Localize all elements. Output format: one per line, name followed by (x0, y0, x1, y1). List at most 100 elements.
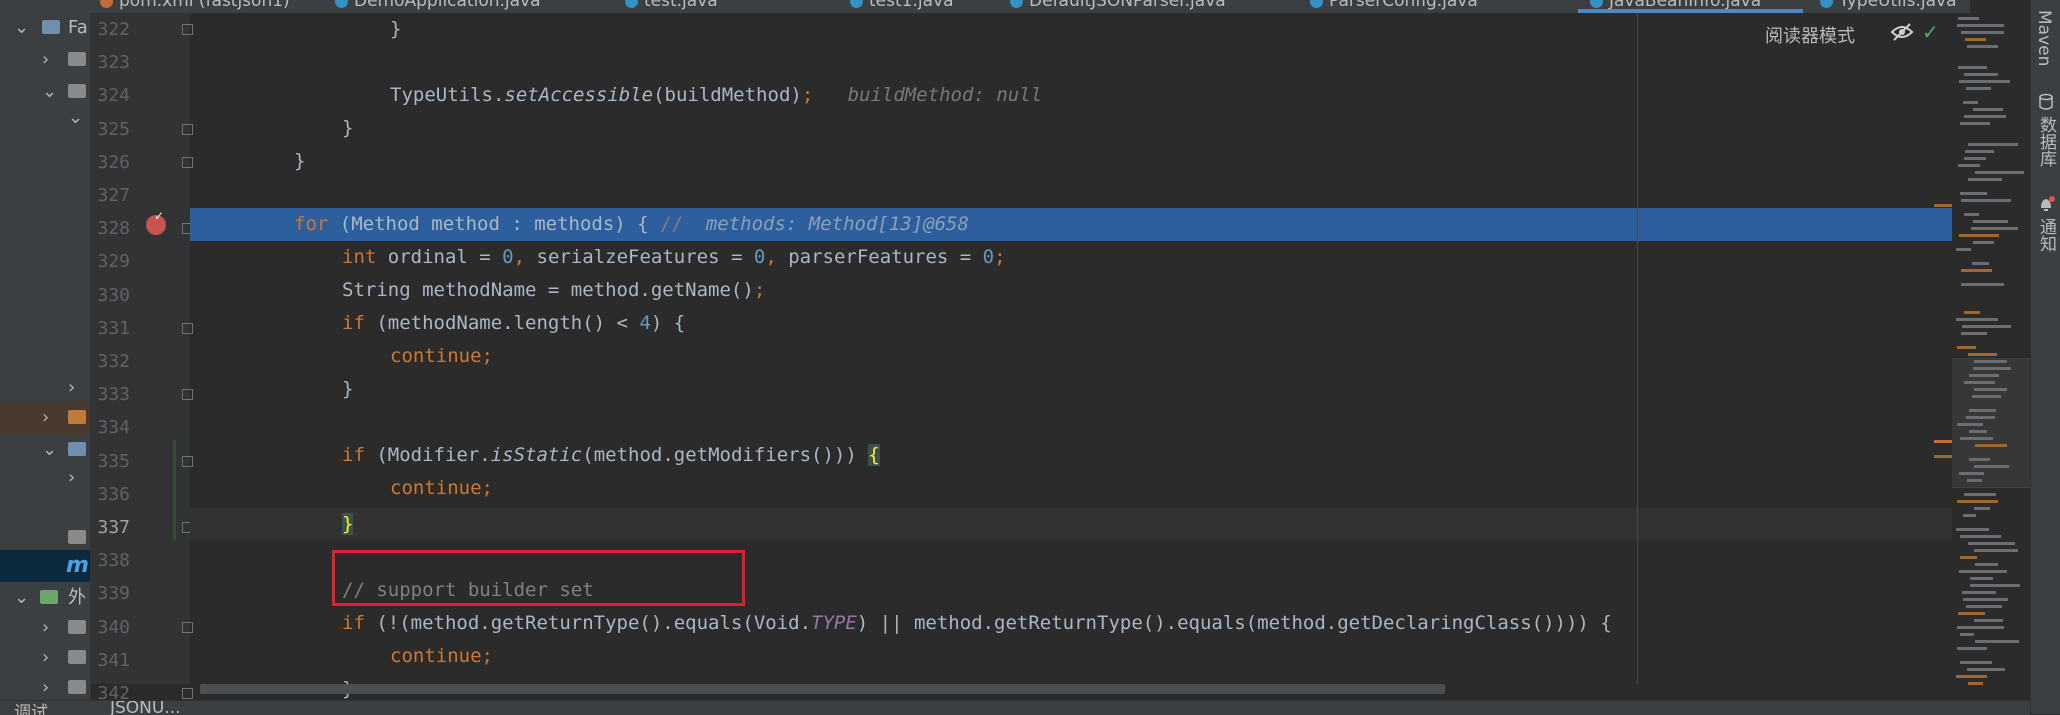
editor-tab-bar: pom.xml (fastjson1) DemoApplication.java… (90, 0, 1970, 13)
project-tree-item[interactable]: › (0, 612, 90, 644)
minimap-line (1964, 115, 2006, 118)
tab-type-utils[interactable]: TypeUtils.java (1820, 0, 1956, 13)
bottom-tool-bar: 调试 JSONU... (0, 700, 2030, 715)
database-tool-button[interactable]: 数据库 (2034, 116, 2059, 167)
line-number[interactable]: 329 (96, 245, 130, 278)
fold-marker-icon[interactable] (182, 688, 193, 699)
minimap-line (1958, 66, 1987, 69)
project-tree-item[interactable]: › (0, 44, 90, 76)
minimap-line (1961, 332, 1987, 335)
java-class-icon (625, 0, 638, 8)
tree-chevron-icon[interactable]: › (68, 462, 75, 494)
minimap-line (1972, 262, 1989, 265)
error-stripe[interactable] (1934, 200, 1952, 500)
minimap-line (1963, 514, 1976, 517)
tree-chevron-icon[interactable]: › (42, 612, 49, 644)
project-tree-item[interactable]: ⌄ (0, 102, 90, 134)
line-number[interactable]: 330 (96, 279, 130, 312)
minimap-line (1975, 563, 1998, 566)
minimap-line (1974, 619, 2003, 622)
minimap-line (1959, 80, 2010, 83)
java-class-icon (1010, 0, 1023, 8)
code-line-324: TypeUtils.setAccessible(buildMethod); bu… (390, 84, 1043, 106)
maven-tool-button[interactable]: Maven (2034, 10, 2054, 66)
inspection-ok-icon[interactable]: ✓ (1922, 20, 1939, 44)
minimap-line (1965, 150, 1994, 153)
minimap-line (1960, 437, 1993, 440)
project-tree-item[interactable]: › (0, 372, 90, 404)
line-number[interactable]: 328 (96, 212, 130, 245)
line-number[interactable]: 337 (96, 511, 130, 544)
project-tree-item[interactable]: m (0, 550, 90, 582)
project-tree-item[interactable]: › (0, 402, 90, 434)
minimap-line (1960, 633, 1974, 636)
line-number[interactable]: 326 (96, 146, 130, 179)
tab-parser-config[interactable]: ParserConfig.java (1310, 0, 1478, 13)
notification-badge (2049, 196, 2055, 202)
line-number[interactable]: 327 (96, 179, 130, 212)
minimap-line (1967, 668, 2005, 671)
minimap-line (1960, 661, 1992, 664)
minimap-line (1964, 493, 1996, 496)
minimap-line (1958, 17, 1979, 20)
tab-pom-xml[interactable]: pom.xml (fastjson1) (100, 0, 290, 13)
line-number[interactable]: 340 (96, 611, 130, 644)
minimap-line (1962, 325, 2011, 328)
minimap-line (1972, 395, 2001, 398)
minimap-line (1959, 472, 1984, 475)
minimap-line (1966, 605, 2002, 608)
line-number[interactable]: 323 (96, 46, 130, 79)
line-number[interactable]: 335 (96, 445, 130, 478)
tree-chevron-icon[interactable]: ⌄ (14, 12, 29, 44)
eye-slash-icon[interactable] (1890, 22, 1914, 42)
line-number[interactable]: 341 (96, 644, 130, 677)
line-number[interactable]: 324 (96, 79, 130, 112)
line-number[interactable]: 322 (96, 13, 130, 46)
line-number[interactable]: 336 (96, 478, 130, 511)
tab-demo-application[interactable]: DemoApplication.java (335, 0, 541, 13)
vcs-change-marker[interactable] (173, 440, 176, 540)
minimap-line (1974, 507, 1990, 510)
project-tree-item[interactable]: › (0, 642, 90, 674)
tree-chevron-icon[interactable]: ⌄ (68, 102, 83, 134)
minimap-line (1974, 360, 2007, 363)
notifications-tool-button[interactable]: 通知 (2034, 218, 2059, 252)
minimap-line (1959, 234, 1999, 237)
tree-chevron-icon[interactable]: › (42, 402, 49, 434)
breakpoint-icon[interactable]: ✓ (146, 209, 166, 235)
tree-chevron-icon[interactable]: › (68, 372, 75, 404)
code-line-335: if (Modifier.isStatic(method.getModifier… (342, 444, 880, 466)
tree-chevron-icon[interactable]: › (42, 672, 49, 700)
minimap-line (1966, 416, 1995, 419)
java-class-icon (1820, 0, 1833, 8)
line-number[interactable]: 331 (96, 312, 130, 345)
line-number[interactable]: 325 (96, 113, 130, 146)
minimap-line (1973, 220, 2008, 223)
minimap-line (1967, 45, 1998, 48)
tree-chevron-icon[interactable]: › (42, 44, 49, 76)
tab-default-json-parser[interactable]: DefaultJSONParser.java (1010, 0, 1226, 13)
tree-chevron-icon[interactable]: ⌄ (14, 582, 29, 614)
line-number[interactable]: 339 (96, 577, 130, 610)
minimap-line (1964, 381, 1995, 384)
tab-test1[interactable]: test1.java (850, 0, 954, 13)
line-number[interactable]: 334 (96, 411, 130, 444)
minimap-line (1956, 318, 1998, 321)
line-number[interactable]: 333 (96, 378, 130, 411)
project-tree-item[interactable]: ⌄ Fa (0, 12, 90, 44)
project-tree-item[interactable]: › (0, 462, 90, 494)
code-minimap[interactable] (1952, 13, 2030, 694)
minimap-line (1957, 24, 2004, 27)
tab-test[interactable]: test.java (625, 0, 718, 13)
tree-chevron-icon[interactable]: › (42, 642, 49, 674)
project-tree-item[interactable]: ⌄ 外 (0, 582, 90, 614)
debug-tab[interactable]: 调试 (14, 701, 48, 715)
line-number[interactable]: 332 (96, 345, 130, 378)
json-util-tab[interactable]: JSONU... (110, 701, 181, 715)
project-tree-item[interactable]: › (0, 672, 90, 700)
reader-mode-button[interactable]: 阅读器模式 (1765, 22, 1855, 48)
horizontal-scrollbar[interactable] (200, 684, 1445, 694)
annotation-highlight-box (332, 550, 745, 606)
line-number[interactable]: 338 (96, 544, 130, 577)
code-line-331: if (methodName.length() < 4) { (342, 312, 686, 334)
